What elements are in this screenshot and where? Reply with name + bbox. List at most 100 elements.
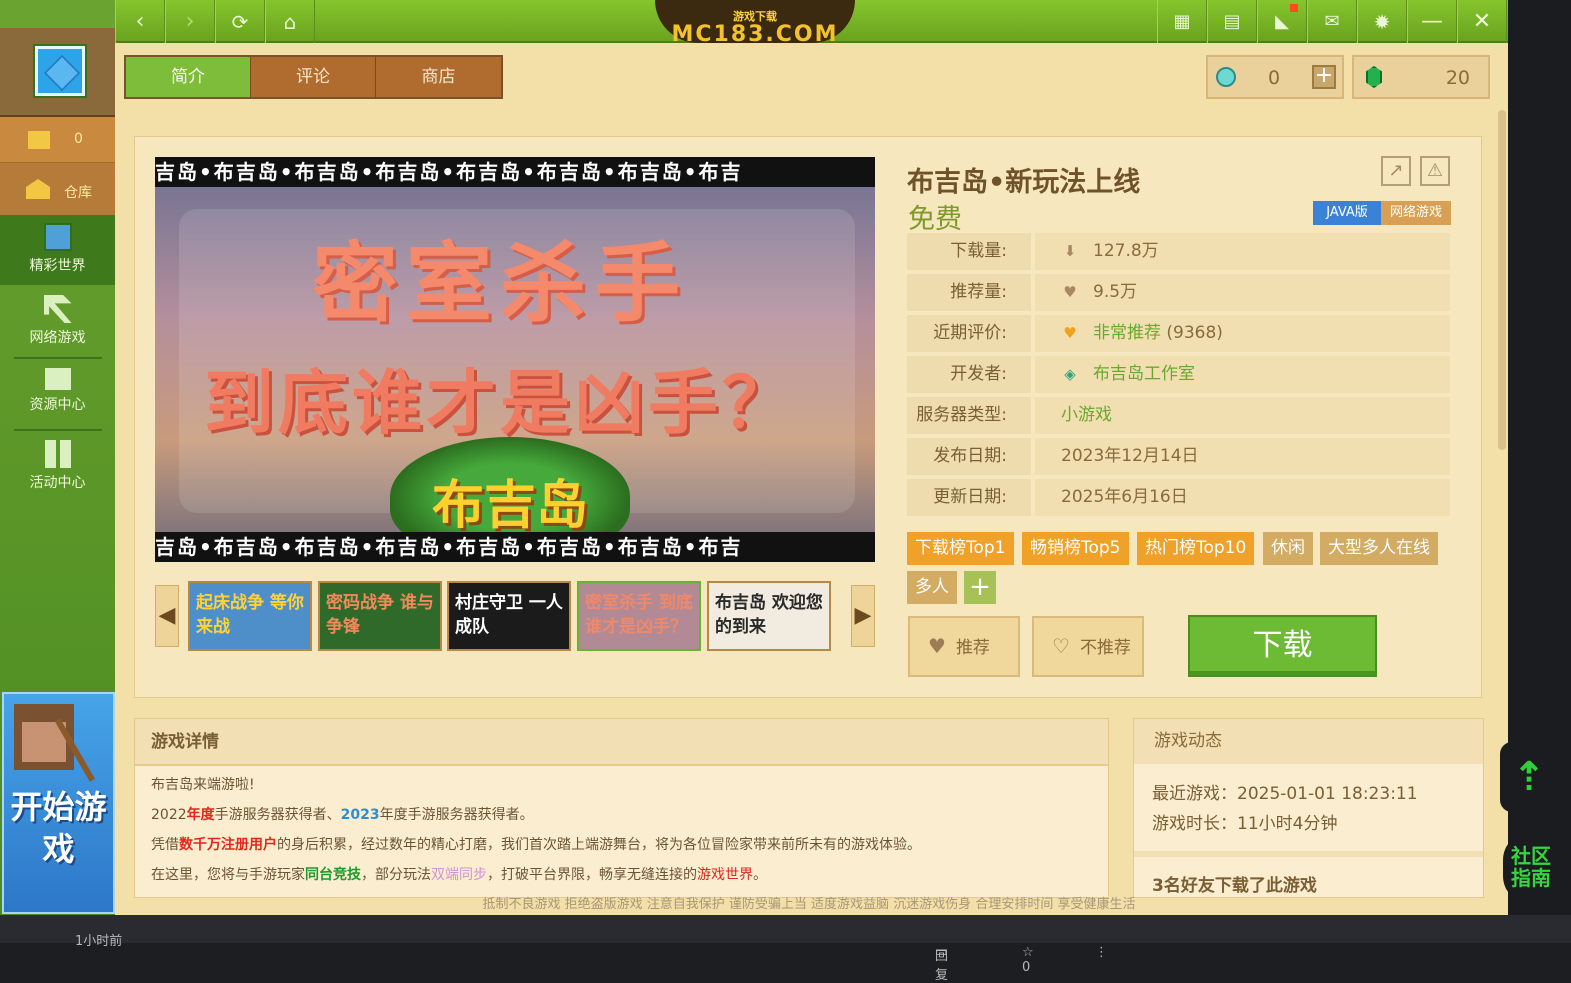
community-guide-button[interactable]: 社区指南 xyxy=(1503,832,1559,904)
info-row: 更新日期: 2025年6月16日 xyxy=(907,479,1450,516)
avatar[interactable] xyxy=(35,46,85,96)
detail-highlight: 年度 xyxy=(186,807,215,823)
detail-text: 年度手游服务器获得者。 xyxy=(379,807,534,823)
recharge-button[interactable]: + xyxy=(1312,65,1336,89)
coin-counter[interactable]: 0 xyxy=(0,117,115,163)
info-value[interactable]: ◈ 布吉岛工作室 xyxy=(1035,356,1450,393)
info-value-text: 127.8万 xyxy=(1093,241,1159,261)
start-game-label: 开始游戏 xyxy=(10,788,107,868)
minimize-button[interactable]: — xyxy=(1407,0,1457,43)
sidebar-item-activities[interactable]: 活动中心 xyxy=(0,432,115,502)
emerald-icon xyxy=(1366,66,1382,88)
home-button[interactable]: ⌂ xyxy=(265,0,315,43)
thumbnail-caption: 布吉岛 欢迎您的到来 xyxy=(715,593,823,637)
game-activity-panel: 游戏动态 最近游戏：2025-01-01 18:23:11 游戏时长：11小时4… xyxy=(1133,718,1484,898)
sidebar-item-online-games[interactable]: 网络游戏 xyxy=(0,287,115,357)
info-key: 推荐量: xyxy=(907,274,1031,311)
not-recommend-button[interactable]: ♡ 不推荐 xyxy=(1032,616,1144,677)
title-bar: ‹ › ⟳ ⌂ 游戏下载 MC183.COM ▦ ▤ ◣ ✉ ✹ — ✕ xyxy=(115,0,1508,46)
timestamp: 1小时前 xyxy=(75,934,123,949)
sidebar-item-world[interactable]: 精彩世界 xyxy=(0,215,115,285)
tab-comments[interactable]: 评论 xyxy=(251,57,376,97)
mail-button[interactable]: ✉ xyxy=(1307,0,1357,43)
category-badge: 网络游戏 xyxy=(1381,201,1451,225)
sidebar-item-label: 精彩世界 xyxy=(29,258,86,274)
thumbnail-caption: 密码战争 谁与争锋 xyxy=(326,593,434,637)
carousel-prev-button[interactable]: ◀ xyxy=(155,585,179,647)
recommend-button[interactable]: ♥ 推荐 xyxy=(908,616,1020,677)
sidebar-item-store[interactable]: 仓库 xyxy=(0,163,115,215)
detail-text: 。 xyxy=(753,867,767,883)
sidebar-item-label: 活动中心 xyxy=(29,475,86,491)
game-price: 免费 xyxy=(908,204,962,235)
carousel-next-button[interactable]: ▶ xyxy=(851,585,875,647)
sidebar-divider xyxy=(14,429,102,431)
forward-icon: › xyxy=(185,9,195,34)
announce-button[interactable]: ◣ xyxy=(1257,0,1307,43)
detail-line: 布吉岛来端游啦! xyxy=(151,774,255,794)
detail-text: 凭借 xyxy=(151,837,179,853)
info-row: 推荐量: ♥ 9.5万 xyxy=(907,274,1450,311)
banner-headline: 密室杀手 xyxy=(312,234,688,334)
detail-text: ，部分玩法 xyxy=(361,867,431,883)
tag[interactable]: 休闲 xyxy=(1263,532,1313,565)
share-button[interactable]: ↗ xyxy=(1381,156,1411,186)
tag[interactable]: 大型多人在线 xyxy=(1320,532,1438,565)
tag[interactable]: 下载榜Top1 xyxy=(907,532,1014,565)
detail-text: 在这里，您将与手游玩家 xyxy=(151,867,305,883)
game-details-panel: 游戏详情 布吉岛来端游啦! 2022年度手游服务器获得者、2023年度手游服务器… xyxy=(134,718,1109,898)
heart-icon: ♥ xyxy=(928,634,946,658)
scrollbar[interactable] xyxy=(1498,110,1506,450)
add-tag-button[interactable]: + xyxy=(964,571,996,604)
tab-shop[interactable]: 商店 xyxy=(376,57,501,97)
announce-icon: ◣ xyxy=(1275,11,1289,32)
sidebar-item-label: 网络游戏 xyxy=(29,330,86,346)
start-game-button[interactable]: 开始游戏 xyxy=(2,692,120,914)
info-value[interactable]: ♥ 非常推荐 (9368) xyxy=(1035,315,1450,352)
close-icon: ✕ xyxy=(1472,9,1492,34)
grass-decoration xyxy=(0,0,115,28)
refresh-icon: ⟳ xyxy=(231,9,249,34)
scroll-top-button[interactable]: ⇡ xyxy=(1500,742,1558,812)
tag[interactable]: 多人 xyxy=(907,571,957,604)
thumbnail[interactable]: 密室杀手 到底谁才是凶手？ xyxy=(577,581,701,651)
sidebar-divider xyxy=(14,357,102,359)
tab-intro[interactable]: 简介 xyxy=(126,57,251,97)
download-button[interactable]: 下载 xyxy=(1188,615,1377,677)
thumbnail[interactable]: 密码战争 谁与争锋 xyxy=(318,581,442,651)
thumbnail[interactable]: 村庄守卫 一人成队 xyxy=(447,581,571,651)
refresh-button[interactable]: ⟳ xyxy=(215,0,265,43)
recent-play-time: 最近游戏：2025-01-01 18:23:11 xyxy=(1152,784,1418,804)
thumbnail[interactable]: 起床战争 等你来战 xyxy=(188,581,312,651)
mail-icon: ✉ xyxy=(1324,11,1340,32)
report-button[interactable]: ⚠ xyxy=(1420,156,1450,186)
info-row: 开发者: ◈ 布吉岛工作室 xyxy=(907,356,1450,393)
activity-title: 游戏动态 xyxy=(1134,719,1483,764)
tag[interactable]: 热门榜Top10 xyxy=(1137,532,1255,565)
forward-button[interactable]: › xyxy=(165,0,215,43)
detail-highlight: 同台竞技 xyxy=(305,867,361,883)
info-key: 开发者: xyxy=(907,356,1031,393)
detail-line: 在这里，您将与手游玩家同台竞技，部分玩法双端同步，打破平台界限，畅享无缝连接的游… xyxy=(151,864,767,884)
settings-button[interactable]: ✹ xyxy=(1357,0,1407,43)
save-button[interactable]: ▤ xyxy=(1207,0,1257,43)
sidebar-item-resources[interactable]: 资源中心 xyxy=(0,360,115,430)
coin-count: 0 xyxy=(74,131,83,147)
skin-button[interactable]: ▦ xyxy=(1157,0,1207,43)
info-value[interactable]: 小游戏 xyxy=(1035,397,1450,434)
tag[interactable]: 畅销榜Top5 xyxy=(1022,532,1129,565)
diamond-value: 0 xyxy=(1268,67,1281,89)
hero-banner[interactable]: 吉岛•布吉岛•布吉岛•布吉岛•布吉岛•布吉岛•布吉岛•布吉 密室杀手 到底谁才是… xyxy=(155,157,875,562)
back-button[interactable]: ‹ xyxy=(115,0,165,43)
home-icon: ⌂ xyxy=(283,9,297,34)
close-button[interactable]: ✕ xyxy=(1457,0,1507,43)
profile-area xyxy=(0,0,115,117)
thumbnail-caption: 村庄守卫 一人成队 xyxy=(455,593,563,637)
pickaxe-icon xyxy=(43,295,72,323)
banner-strip-top: 吉岛•布吉岛•布吉岛•布吉岛•布吉岛•布吉岛•布吉岛•布吉 xyxy=(155,157,875,187)
warning-icon: ⚠ xyxy=(1426,160,1444,181)
emerald-value: 20 xyxy=(1445,67,1470,89)
thumbnail-caption: 密室杀手 到底谁才是凶手？ xyxy=(585,593,693,637)
sidebar: 0 仓库 精彩世界 网络游戏 资源中心 活动中心 开始游戏 xyxy=(0,0,120,915)
thumbnail[interactable]: 布吉岛 欢迎您的到来 xyxy=(707,581,831,651)
